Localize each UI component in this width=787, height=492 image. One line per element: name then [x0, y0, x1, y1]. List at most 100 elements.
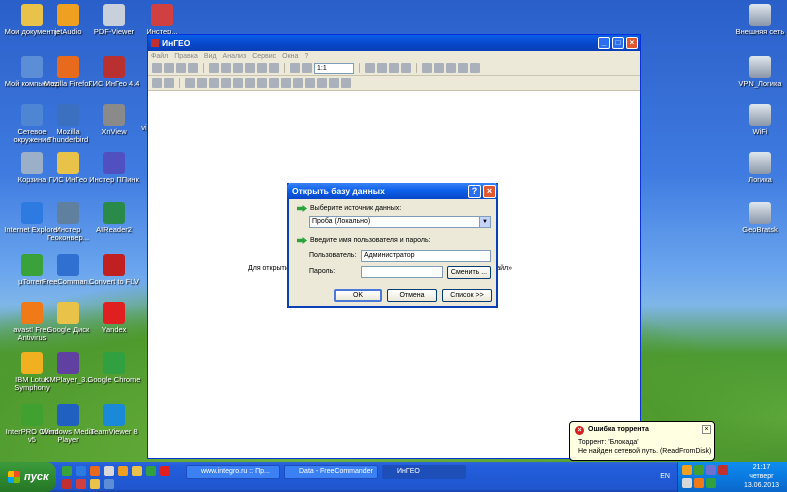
polygon-icon[interactable] [197, 78, 207, 88]
desktop-quicklaunch-icon[interactable] [104, 466, 114, 476]
zoom-out-icon[interactable] [233, 63, 243, 73]
symbol-icon[interactable] [245, 78, 255, 88]
style-icon[interactable] [152, 78, 162, 88]
update-tray-icon[interactable] [706, 478, 716, 488]
taskbar-button[interactable]: ИнГЕО [382, 465, 466, 479]
menu-item[interactable]: ? [304, 53, 308, 60]
scale-input[interactable]: 1:1 [314, 62, 354, 74]
utorrent-quicklaunch-icon[interactable] [62, 466, 72, 476]
help-pointer-icon[interactable] [317, 78, 327, 88]
ok-button[interactable]: OK [334, 289, 382, 302]
zoom-in-icon[interactable] [221, 63, 231, 73]
menu-item[interactable]: Файл [151, 53, 168, 60]
polyline-icon[interactable] [209, 78, 219, 88]
layer-add-icon[interactable] [329, 78, 339, 88]
explorer-quicklaunch-icon[interactable] [104, 479, 114, 489]
chart-icon[interactable] [401, 63, 411, 73]
open-icon[interactable] [152, 63, 162, 73]
firefox-quicklaunch-icon[interactable] [90, 466, 100, 476]
ingeo-quicklaunch-icon[interactable] [62, 479, 72, 489]
menu-item[interactable]: Вид [204, 53, 217, 60]
tool-icon[interactable] [164, 78, 174, 88]
menu-item[interactable]: Правка [174, 53, 198, 60]
start-button[interactable]: пуск [0, 462, 56, 492]
desktop-icon[interactable]: Инстер ППинк [86, 152, 142, 184]
pan-icon[interactable] [209, 63, 219, 73]
skype-tray-icon[interactable] [682, 465, 692, 475]
balloon-close-icon[interactable]: × [702, 425, 711, 434]
dialog-close-button[interactable]: × [483, 185, 496, 198]
desktop-icon[interactable]: Convert to FLV [86, 254, 142, 286]
antivirus-tray-icon[interactable] [718, 465, 728, 475]
user-field[interactable]: Администратор [361, 250, 491, 262]
avast-tray-icon[interactable] [694, 478, 704, 488]
chrome-quicklaunch-icon[interactable] [146, 466, 156, 476]
desktop-icon[interactable]: Внешняя сеть [732, 4, 787, 36]
layer-remove-icon[interactable] [341, 78, 351, 88]
point-icon[interactable] [221, 78, 231, 88]
label-icon[interactable] [233, 78, 243, 88]
pointer-icon[interactable] [434, 63, 444, 73]
desktop-icon[interactable]: Логика [732, 152, 787, 184]
grid-icon[interactable] [377, 63, 387, 73]
language-indicator[interactable]: EN [660, 473, 670, 480]
node-icon[interactable] [458, 63, 468, 73]
cancel-button[interactable]: Отмена [387, 289, 437, 302]
folder2-quicklaunch-icon[interactable] [90, 479, 100, 489]
network-tray-icon[interactable] [706, 465, 716, 475]
inster-quicklaunch-icon[interactable] [76, 479, 86, 489]
help-button[interactable]: ? [468, 185, 481, 198]
window-titlebar[interactable]: ИнГЕО _ □ × [148, 35, 640, 51]
folder-quicklaunch-icon[interactable] [132, 466, 142, 476]
jetaudio-quicklaunch-icon[interactable] [118, 466, 128, 476]
password-field[interactable] [361, 266, 443, 278]
paste-icon[interactable] [302, 63, 312, 73]
desktop-icon[interactable]: Google Chrome [86, 352, 142, 384]
menu-item[interactable]: Окна [282, 53, 298, 60]
ie-quicklaunch-icon[interactable] [76, 466, 86, 476]
chevron-down-icon[interactable]: ▼ [479, 217, 490, 227]
torrent-error-balloon[interactable]: × Ошибка торрента × Торрент: 'Блокада' Н… [569, 421, 715, 461]
desktop-icon[interactable]: Инстер... [134, 4, 190, 36]
maximize-button[interactable]: □ [612, 37, 624, 49]
minimize-button[interactable]: _ [598, 37, 610, 49]
desktop-icon[interactable]: GeoBratsk [732, 202, 787, 234]
taskbar-button[interactable]: Data - FreeCommander [284, 465, 378, 479]
layout-icon[interactable] [365, 63, 375, 73]
copy-icon[interactable] [290, 63, 300, 73]
desktop-icon[interactable]: ГИС ИнГео 4.4 [86, 56, 142, 88]
zoom-window-icon[interactable] [257, 63, 267, 73]
menu-item[interactable]: Сервис [252, 53, 276, 60]
yandex-quicklaunch-icon[interactable] [160, 466, 170, 476]
change-button[interactable]: Сменить ... [447, 266, 491, 279]
filter-icon[interactable] [293, 78, 303, 88]
save-icon[interactable] [176, 63, 186, 73]
desktop-icon[interactable]: WiFi [732, 104, 787, 136]
desktop-icon[interactable]: AIReader2 [86, 202, 142, 234]
measure-icon[interactable] [470, 63, 480, 73]
print-icon[interactable] [188, 63, 198, 73]
table-icon[interactable] [389, 63, 399, 73]
select-icon[interactable] [422, 63, 432, 73]
taskbar-button[interactable]: www.integro.ru :: Пр... [186, 465, 280, 479]
torrent-tray-icon[interactable] [694, 465, 704, 475]
source-select[interactable]: Проба (Локально) ▼ [309, 216, 491, 228]
list-button[interactable]: Список >> [442, 289, 492, 302]
desktop-icon[interactable]: Yandex [86, 302, 142, 334]
object-icon[interactable] [185, 78, 195, 88]
split-icon[interactable] [281, 78, 291, 88]
dialog-titlebar[interactable]: Открыть базу данных ? × [287, 183, 498, 199]
zoom-extent-icon[interactable] [245, 63, 255, 73]
desktop-icon[interactable]: VPN_Логика [732, 56, 787, 88]
volume-tray-icon[interactable] [682, 478, 692, 488]
merge-icon[interactable] [269, 78, 279, 88]
query-icon[interactable] [305, 78, 315, 88]
layers-icon[interactable] [164, 63, 174, 73]
topology-icon[interactable] [257, 78, 267, 88]
refresh-icon[interactable] [269, 63, 279, 73]
clock[interactable]: 21:17 четверг 13.06.2013 [744, 463, 779, 490]
desktop-icon[interactable]: TeamViewer 8 [86, 404, 142, 436]
edit-icon[interactable] [446, 63, 456, 73]
menu-item[interactable]: Анализ [223, 53, 247, 60]
close-button[interactable]: × [626, 37, 638, 49]
